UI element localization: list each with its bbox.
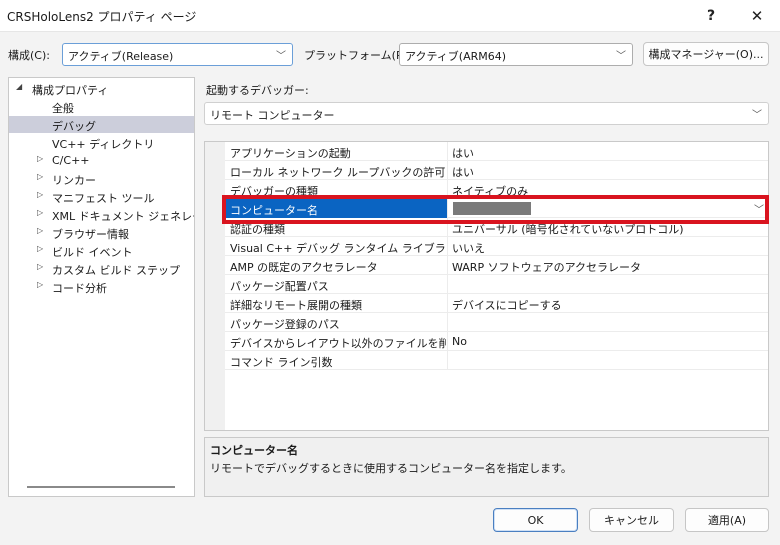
property-name: パッケージ配置パス [230, 280, 329, 293]
expand-arrow-icon[interactable]: ▷ [37, 208, 43, 217]
tree-item-label: XML ドキュメント ジェネレーター [52, 210, 194, 223]
property-value[interactable]: はい [452, 164, 474, 180]
tree-item-manifest-tool[interactable]: ▷ マニフェスト ツール [9, 188, 194, 205]
tree-item-label: マニフェスト ツール [52, 192, 155, 205]
column-divider [447, 351, 448, 370]
config-label: 構成(C): [8, 49, 50, 62]
cancel-button[interactable]: キャンセル [589, 508, 674, 532]
tree-item-debugging[interactable]: デバッグ [9, 116, 194, 133]
config-manager-button[interactable]: 構成マネージャー(O)... [643, 42, 769, 66]
expand-arrow-icon[interactable]: ▷ [37, 154, 43, 163]
debugger-label: 起動するデバッガー: [206, 84, 309, 97]
expand-arrow-icon[interactable]: ▷ [37, 190, 43, 199]
column-divider [447, 256, 448, 275]
chevron-down-icon: ﹀ [276, 51, 286, 62]
property-row[interactable]: Visual C++ デバッグ ランタイム ライブラリの配置 いいえ [225, 237, 768, 256]
tree-item-label: 全般 [52, 102, 74, 115]
property-name: コマンド ライン引数 [230, 356, 333, 369]
property-value[interactable]: デバイスにコピーする [452, 297, 562, 313]
tree-item-linker[interactable]: ▷ リンカー [9, 170, 194, 187]
chevron-down-icon: ﹀ [616, 51, 626, 62]
property-name: ローカル ネットワーク ループバックの許可 [230, 166, 446, 179]
tree-item-c-cpp[interactable]: ▷ C/C++ [9, 152, 194, 169]
column-divider [447, 313, 448, 332]
tree-item-label: ブラウザー情報 [52, 228, 129, 241]
property-name: Visual C++ デバッグ ランタイム ライブラリの配置 [230, 242, 446, 255]
column-divider [447, 142, 448, 161]
help-button[interactable]: ? [688, 0, 734, 32]
highlight-box [222, 195, 769, 224]
column-divider [447, 294, 448, 313]
horizontal-scrollbar[interactable] [27, 486, 175, 488]
window-title: CRSHoloLens2 プロパティ ページ [7, 10, 197, 24]
platform-select[interactable]: アクティブ(ARM64) ﹀ [399, 43, 633, 66]
description-title: コンピューター名 [210, 444, 298, 457]
expand-arrow-icon[interactable]: ▷ [37, 280, 43, 289]
property-row[interactable]: デバイスからレイアウト以外のファイルを削除する No [225, 332, 768, 351]
tree-item-label: コード分析 [52, 282, 107, 295]
property-name: 詳細なリモート展開の種類 [230, 299, 362, 312]
property-value[interactable]: いいえ [452, 240, 485, 256]
tree-item-vc-directories[interactable]: VC++ ディレクトリ [9, 134, 194, 151]
column-divider [447, 161, 448, 180]
column-divider [447, 332, 448, 351]
debugger-select[interactable]: リモート コンピューター ﹀ [204, 102, 769, 125]
property-row[interactable]: パッケージ配置パス [225, 275, 768, 294]
property-name: パッケージ登録のパス [230, 318, 340, 331]
property-row[interactable]: AMP の既定のアクセラレータ WARP ソフトウェアのアクセラレータ [225, 256, 768, 275]
tree-item-label: デバッグ [52, 120, 96, 133]
property-row[interactable]: アプリケーションの起動 はい [225, 142, 768, 161]
expand-arrow-icon[interactable]: ▷ [37, 262, 43, 271]
debugger-select-value: リモート コンピューター [210, 109, 335, 122]
tree-item-xml-doc-generator[interactable]: ▷ XML ドキュメント ジェネレーター [9, 206, 194, 223]
tree-item-config-properties[interactable]: ◢ 構成プロパティ [9, 80, 194, 97]
property-row[interactable]: ローカル ネットワーク ループバックの許可 はい [225, 161, 768, 180]
tree-item-label: VC++ ディレクトリ [52, 138, 155, 151]
property-value[interactable]: No [452, 335, 467, 348]
property-name: アプリケーションの起動 [230, 147, 351, 160]
property-value[interactable]: WARP ソフトウェアのアクセラレータ [452, 259, 641, 275]
expand-arrow-icon[interactable]: ▷ [37, 226, 43, 235]
platform-select-value: アクティブ(ARM64) [405, 50, 507, 63]
close-button[interactable]: ✕ [734, 0, 780, 32]
config-select[interactable]: アクティブ(Release) ﹀ [62, 43, 293, 66]
description-panel: コンピューター名 リモートでデバッグするときに使用するコンピューター名を指定しま… [204, 437, 769, 497]
tree-item-browse-info[interactable]: ▷ ブラウザー情報 [9, 224, 194, 241]
tree-item-general[interactable]: 全般 [9, 98, 194, 115]
tree-item-label: 構成プロパティ [32, 84, 109, 97]
collapse-arrow-icon[interactable]: ◢ [16, 82, 22, 91]
tree-item-code-analysis[interactable]: ▷ コード分析 [9, 278, 194, 295]
property-grid: アプリケーションの起動 はい ローカル ネットワーク ループバックの許可 はい … [204, 141, 769, 431]
chevron-down-icon: ﹀ [752, 110, 762, 121]
property-row[interactable]: パッケージ登録のパス [225, 313, 768, 332]
tree-item-build-events[interactable]: ▷ ビルド イベント [9, 242, 194, 259]
tree-item-custom-build-step[interactable]: ▷ カスタム ビルド ステップ [9, 260, 194, 277]
property-value[interactable]: はい [452, 145, 474, 161]
tree-item-label: C/C++ [52, 154, 90, 167]
property-name: AMP の既定のアクセラレータ [230, 261, 378, 274]
description-text: リモートでデバッグするときに使用するコンピューター名を指定します。 [210, 462, 572, 475]
title-bar: CRSHoloLens2 プロパティ ページ ? ✕ [0, 0, 780, 32]
expand-arrow-icon[interactable]: ▷ [37, 172, 43, 181]
tree-item-label: ビルド イベント [52, 246, 133, 259]
property-tree: ◢ 構成プロパティ 全般 デバッグ VC++ ディレクトリ ▷ C/C++ ▷ … [8, 77, 195, 497]
expand-arrow-icon[interactable]: ▷ [37, 244, 43, 253]
platform-label: プラットフォーム(P): [304, 49, 411, 62]
ok-button[interactable]: OK [493, 508, 578, 532]
apply-button[interactable]: 適用(A) [685, 508, 769, 532]
column-divider [447, 237, 448, 256]
grid-gutter [205, 142, 225, 430]
property-row[interactable]: 詳細なリモート展開の種類 デバイスにコピーする [225, 294, 768, 313]
tree-item-label: カスタム ビルド ステップ [52, 264, 180, 277]
config-select-value: アクティブ(Release) [68, 50, 174, 63]
property-row[interactable]: コマンド ライン引数 [225, 351, 768, 370]
property-name: デバイスからレイアウト以外のファイルを削除する [230, 337, 446, 350]
column-divider [447, 275, 448, 294]
tree-item-label: リンカー [52, 174, 96, 187]
